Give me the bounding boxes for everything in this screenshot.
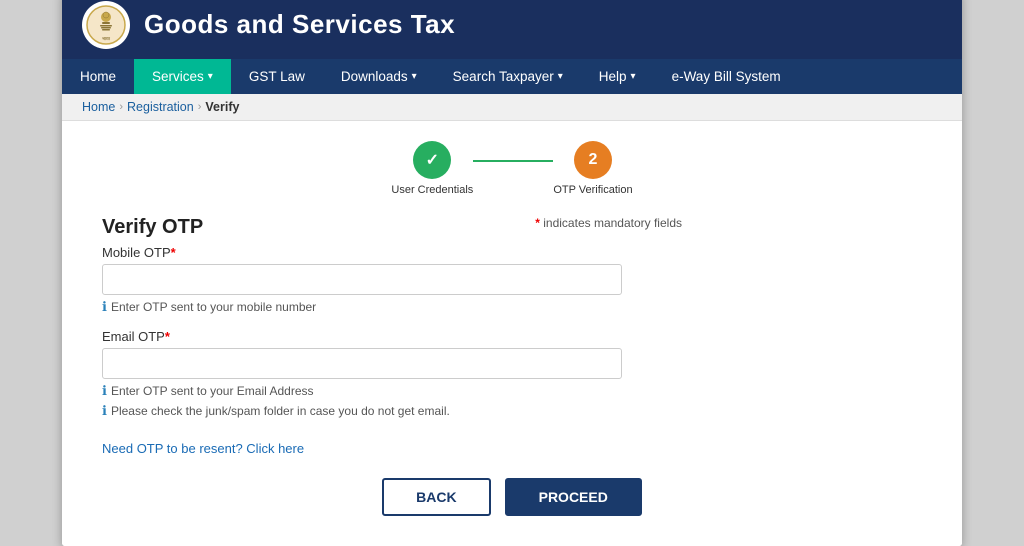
svg-text:भारत: भारत <box>102 36 110 41</box>
mobile-otp-input[interactable] <box>102 264 622 295</box>
mobile-otp-hint: ℹ Enter OTP sent to your mobile number <box>102 299 922 315</box>
site-header: भारत Goods and Services Tax <box>62 0 962 59</box>
nav-gst-law[interactable]: GST Law <box>231 59 323 94</box>
search-taxpayer-dropdown-arrow: ▾ <box>558 71 563 82</box>
breadcrumb-home[interactable]: Home <box>82 100 115 114</box>
step-otp-verification: 2 OTP Verification <box>553 141 632 196</box>
help-dropdown-arrow: ▾ <box>631 71 636 82</box>
mobile-otp-label: Mobile OTP* <box>102 245 922 260</box>
mandatory-text: indicates mandatory fields <box>543 216 682 230</box>
main-content: ✓ User Credentials 2 OTP Verification Ve… <box>62 121 962 546</box>
step-2-icon: 2 <box>589 151 598 169</box>
navigation-bar: Home Services ▾ GST Law Downloads ▾ Sear… <box>62 59 962 94</box>
resend-otp-link[interactable]: Need OTP to be resent? Click here <box>102 441 304 456</box>
breadcrumb: Home › Registration › Verify <box>62 94 962 121</box>
form-title: Verify OTP <box>102 216 203 239</box>
back-button[interactable]: BACK <box>382 478 490 516</box>
form-buttons: BACK PROCEED <box>102 478 922 516</box>
breadcrumb-registration[interactable]: Registration <box>127 100 194 114</box>
email-otp-group: Email OTP* ℹ Enter OTP sent to your Emai… <box>102 329 922 419</box>
proceed-button[interactable]: PROCEED <box>505 478 642 516</box>
step-1-label: User Credentials <box>391 184 473 196</box>
mandatory-note: * indicates mandatory fields <box>535 216 682 230</box>
nav-search-taxpayer[interactable]: Search Taxpayer ▾ <box>435 59 581 94</box>
email-hint-icon-1: ℹ <box>102 383 107 399</box>
nav-home[interactable]: Home <box>62 59 134 94</box>
email-otp-hint1: ℹ Enter OTP sent to your Email Address <box>102 383 922 399</box>
email-otp-hint2: ℹ Please check the junk/spam folder in c… <box>102 403 922 419</box>
nav-downloads[interactable]: Downloads ▾ <box>323 59 435 94</box>
steps-indicator: ✓ User Credentials 2 OTP Verification <box>102 141 922 196</box>
mobile-otp-group: Mobile OTP* ℹ Enter OTP sent to your mob… <box>102 245 922 315</box>
logo: भारत <box>82 1 130 49</box>
mobile-hint-icon: ℹ <box>102 299 107 315</box>
step-user-credentials: ✓ User Credentials <box>391 141 473 196</box>
email-otp-label: Email OTP* <box>102 329 922 344</box>
site-title: Goods and Services Tax <box>144 9 455 40</box>
breadcrumb-sep-1: › <box>119 101 123 113</box>
step-2-label: OTP Verification <box>553 184 632 196</box>
nav-services[interactable]: Services ▾ <box>134 59 231 94</box>
breadcrumb-sep-2: › <box>198 101 202 113</box>
step-2-circle: 2 <box>574 141 612 179</box>
step-1-circle: ✓ <box>413 141 451 179</box>
nav-help[interactable]: Help ▾ <box>581 59 654 94</box>
downloads-dropdown-arrow: ▾ <box>412 71 417 82</box>
email-otp-input[interactable] <box>102 348 622 379</box>
email-hint-icon-2: ℹ <box>102 403 107 419</box>
step-1-icon: ✓ <box>426 150 439 170</box>
mandatory-star: * <box>535 216 540 230</box>
services-dropdown-arrow: ▾ <box>208 71 213 82</box>
nav-eway-bill[interactable]: e-Way Bill System <box>654 59 799 94</box>
step-connector <box>473 160 553 162</box>
breadcrumb-current: Verify <box>205 100 239 114</box>
